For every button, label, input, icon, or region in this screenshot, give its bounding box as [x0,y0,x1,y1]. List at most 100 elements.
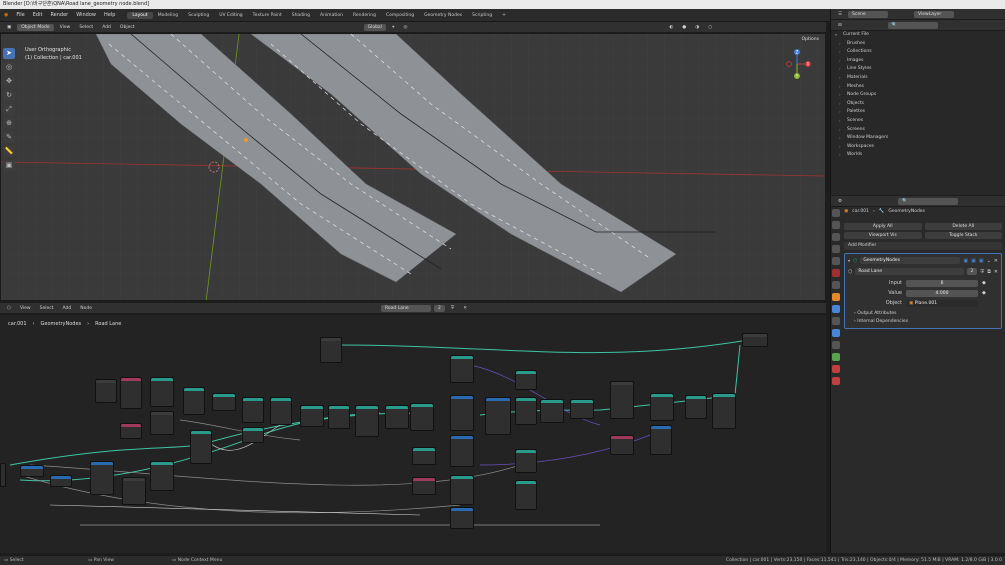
menu-file[interactable]: File [12,12,28,18]
snap-icon[interactable]: ⌖ [389,23,398,31]
node-menu-select[interactable]: Select [37,305,57,312]
orientation-select[interactable]: Global [363,23,386,31]
node-c8[interactable] [410,403,434,431]
object-tab-icon[interactable] [832,293,840,301]
node-menu-add[interactable]: Add [60,305,75,312]
chevron-right-icon[interactable]: › [839,48,844,57]
view-layer-tab-icon[interactable] [832,245,840,253]
node-b7[interactable] [355,405,379,437]
data-tab-icon[interactable] [832,353,840,361]
node-e1[interactable] [190,430,212,464]
outliner-item-meshes[interactable]: › Meshes [831,83,1005,92]
node-c6[interactable] [540,399,564,423]
menu-help[interactable]: Help [100,12,119,18]
add-modifier-button[interactable]: Add Modifier [844,242,1002,250]
node-b6[interactable] [328,405,350,429]
node-d5[interactable] [610,435,634,455]
tab-rendering[interactable]: Rendering [348,12,381,19]
chevron-right-icon[interactable]: › [839,151,844,160]
unlink-icon[interactable]: ✕ [994,269,998,275]
outliner-item-scenes[interactable]: › Scenes [831,117,1005,126]
constraints-tab-icon[interactable] [832,341,840,349]
node-c3[interactable] [485,397,511,435]
node-c5[interactable] [515,397,537,425]
viewport-icon[interactable]: ▣ [971,258,976,264]
outliner-item-window-managers[interactable]: › Window Managers [831,134,1005,143]
duplicate-icon[interactable]: ⧉ [987,269,991,275]
menu-add[interactable]: Add [99,24,114,31]
options-button[interactable]: Options [802,37,819,42]
navigation-gizmo[interactable]: Z X Y [785,48,815,82]
node-e7[interactable] [50,475,72,487]
menu-object[interactable]: Object [117,24,138,31]
3d-viewport[interactable]: ➤ ◎ ✥ ↻ ⤢ ⊕ ✎ 📏 ▣ User Orthographic (1) … [0,33,826,301]
outliner-item-line-styles[interactable]: › Line Styles [831,65,1005,74]
chevron-right-icon[interactable]: › [839,100,844,109]
shading-solid-icon[interactable]: ● [679,24,689,31]
tab-uv-editing[interactable]: UV Editing [214,12,247,19]
node-a2[interactable] [120,377,142,409]
tool-tab-icon[interactable] [832,209,840,217]
node-c7[interactable] [570,399,594,419]
collection-tab-icon[interactable] [832,281,840,289]
properties-search-input[interactable]: 🔍 [898,197,959,205]
node-f4[interactable] [412,477,436,495]
node-b1[interactable] [183,387,205,415]
input-field[interactable]: 6 [906,279,978,287]
chevron-right-icon[interactable]: › [839,108,844,117]
node-e6[interactable] [20,465,44,477]
node-f5[interactable] [450,475,474,505]
node-editor-type-icon[interactable]: ⬡ [4,305,14,312]
mode-select[interactable]: Object Mode [17,23,54,31]
remove-modifier-icon[interactable]: ✕ [994,258,998,264]
overlay-icon[interactable]: ◐ [666,24,676,31]
modifier-name-field[interactable]: GeometryNodes [860,257,961,264]
move-tool-icon[interactable]: ✥ [3,76,15,87]
node-a4[interactable] [120,423,142,439]
tab-animation[interactable]: Animation [315,12,348,19]
node-tree-select[interactable]: Road Lane [380,304,431,312]
physics-tab-icon[interactable] [832,329,840,337]
menu-view[interactable]: View [57,24,74,31]
outliner-item-collections[interactable]: › Collections [831,48,1005,57]
node-d6[interactable] [650,425,672,455]
view-layer-select[interactable]: ViewLayer [914,10,955,18]
outliner-root[interactable]: ▾ Current File [831,31,1005,40]
outliner-item-worlds[interactable]: › Worlds [831,151,1005,160]
chevron-right-icon[interactable]: › [839,65,844,74]
editor-type-icon[interactable]: ▣ [4,24,14,31]
viewport-vis-button[interactable]: Viewport Vis [844,232,922,239]
tab-sculpting[interactable]: Sculpting [183,12,214,19]
node-b3[interactable] [242,397,264,423]
node-b2[interactable] [212,393,236,411]
delete-all-button[interactable]: Delete All [924,223,1002,230]
shading-material-icon[interactable]: ◑ [692,24,702,31]
chevron-right-icon[interactable]: › [839,40,844,49]
proportional-icon[interactable]: ◎ [400,24,410,31]
output-tab-icon[interactable] [832,233,840,241]
tab-shading[interactable]: Shading [287,12,315,19]
node-b8[interactable] [385,405,409,429]
node-c2[interactable] [450,395,474,431]
scene-tab-icon[interactable] [832,257,840,265]
measure-tool-icon[interactable]: 📏 [3,146,15,157]
render-tab-icon[interactable] [832,221,840,229]
add-cube-tool-icon[interactable]: ▣ [3,160,15,171]
menu-edit[interactable]: Edit [29,12,47,18]
node-group-field[interactable]: Road Lane [855,268,964,275]
node-d2[interactable] [650,393,674,421]
annotate-tool-icon[interactable]: ✎ [3,132,15,143]
chevron-right-icon[interactable]: › [839,91,844,100]
expand-icon[interactable]: ▾ [835,31,840,40]
outliner-item-palettes[interactable]: › Palettes [831,108,1005,117]
world-tab-icon[interactable] [832,269,840,277]
node-f2[interactable] [450,435,474,467]
properties-type-icon[interactable]: ⚙ [835,198,845,205]
output-attributes-section[interactable]: › Output Attributes [848,311,998,319]
chevron-right-icon[interactable]: › [839,126,844,135]
scene-select[interactable]: Scene [848,10,889,18]
node-editor[interactable]: car.001 › GeometryNodes › Road Lane [0,315,826,553]
node-d1[interactable] [610,381,634,419]
add-workspace-button[interactable]: + [497,12,511,19]
chevron-right-icon[interactable]: › [839,83,844,92]
